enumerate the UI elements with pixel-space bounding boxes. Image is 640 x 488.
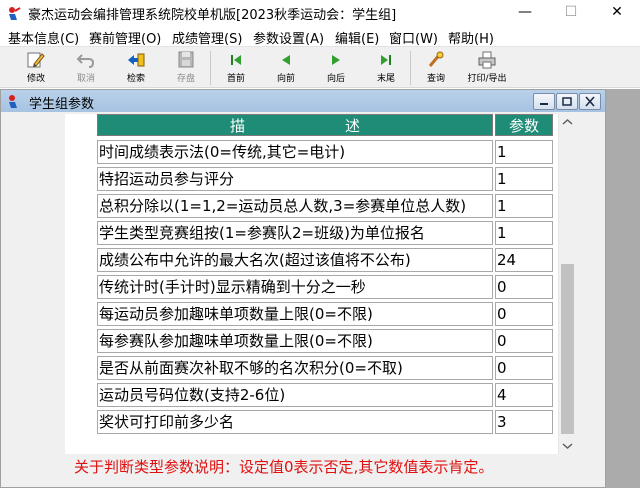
header-param: 参数: [495, 114, 553, 136]
first-record-button[interactable]: 首前: [213, 50, 259, 86]
row-value[interactable]: 0: [495, 329, 553, 353]
row-description: 特招运动员参与评分: [97, 167, 493, 191]
query-button[interactable]: 查询: [413, 50, 459, 86]
toolbar-separator: [410, 51, 411, 85]
last-record-button[interactable]: 末尾: [363, 50, 409, 86]
row-description: 是否从前面赛次补取不够的名次积分(0=不取): [97, 356, 493, 380]
next-record-button[interactable]: 向后: [313, 50, 359, 86]
parameter-note: 关于判断类型参数说明：设定值0表示否定,其它数值表示肯定。: [74, 458, 494, 476]
row-value[interactable]: 4: [495, 383, 553, 407]
floppy-disk-icon: [178, 51, 194, 68]
next-record-icon: [332, 55, 340, 65]
undo-icon: [76, 54, 95, 68]
toolbar-separator: [210, 51, 211, 85]
parameters-grid: 描述 参数 时间成绩表示法(0=传统,其它=电计) 1 特招运动员参与评分 1 …: [65, 114, 575, 454]
child-minimize-button[interactable]: [533, 93, 555, 110]
previous-record-icon: [282, 55, 290, 65]
row-value[interactable]: 1: [495, 194, 553, 218]
child-window-title: 学生组参数: [29, 97, 95, 112]
child-close-button[interactable]: [579, 93, 601, 110]
row-value[interactable]: 0: [495, 356, 553, 380]
minimize-icon: [540, 103, 548, 105]
row-value[interactable]: 3: [495, 410, 553, 434]
menu-basic-info[interactable]: 基本信息(C): [8, 28, 79, 47]
pencil-icon: [27, 52, 45, 68]
app-window: 豪杰运动会编排管理系统院校单机版[2023秋季运动会：学生组] — ☐ ✕ 基本…: [0, 0, 640, 488]
row-value[interactable]: 0: [495, 302, 553, 326]
row-description: 成绩公布中允许的最大名次(超过该值将不公布): [97, 248, 493, 272]
restore-icon: [562, 97, 572, 106]
window-title: 豪杰运动会编排管理系统院校单机版[2023秋季运动会：学生组]: [28, 8, 397, 23]
row-description: 传统计时(手计时)显示精确到十分之一秒: [97, 275, 493, 299]
last-record-icon: [381, 55, 391, 65]
row-value[interactable]: 1: [495, 140, 553, 164]
query-icon: [428, 51, 444, 67]
menu-window[interactable]: 窗口(W): [389, 28, 438, 47]
chevron-down-icon: [562, 443, 573, 450]
row-description: 时间成绩表示法(0=传统,其它=电计): [97, 140, 493, 164]
menu-results[interactable]: 成绩管理(S): [172, 28, 242, 47]
row-value[interactable]: 24: [495, 248, 553, 272]
menu-bar: 基本信息(C) 赛前管理(O) 成绩管理(S) 参数设置(A) 编辑(E) 窗口…: [0, 26, 640, 47]
parameters-child-window: 学生组参数 描述 参数 时间成绩表示法(0=传统,其它=电计) 1 特招运动员参…: [0, 89, 606, 488]
row-value[interactable]: 1: [495, 167, 553, 191]
mdi-background: [606, 89, 640, 488]
close-button[interactable]: ✕: [594, 0, 640, 26]
row-description: 奖状可打印前多少名: [97, 410, 493, 434]
title-bar: 豪杰运动会编排管理系统院校单机版[2023秋季运动会：学生组] — ☐ ✕: [0, 0, 640, 26]
print-export-button[interactable]: 打印/导出: [463, 50, 511, 86]
toolbar: 修改 取消 检索 存盘 首前 向前 向后 末尾 查询 打印/导出: [0, 46, 640, 88]
previous-record-button[interactable]: 向前: [263, 50, 309, 86]
child-app-icon: [9, 95, 17, 108]
header-description: 描述: [97, 114, 493, 136]
maximize-button[interactable]: ☐: [548, 0, 594, 26]
edit-button[interactable]: 修改: [13, 50, 59, 86]
minimize-button[interactable]: —: [502, 0, 548, 26]
first-record-icon: [231, 55, 241, 65]
app-icon: [9, 7, 21, 20]
save-button[interactable]: 存盘: [163, 50, 209, 86]
menu-parameters[interactable]: 参数设置(A): [253, 28, 324, 47]
cancel-button[interactable]: 取消: [63, 50, 109, 86]
row-description: 每运动员参加趣味单项数量上限(0=不限): [97, 302, 493, 326]
search-arrow-icon: [128, 53, 145, 67]
menu-help[interactable]: 帮助(H): [448, 28, 494, 47]
row-description: 每参赛队参加趣味单项数量上限(0=不限): [97, 329, 493, 353]
menu-pre-event[interactable]: 赛前管理(O): [89, 28, 161, 47]
scroll-up-button[interactable]: [559, 114, 576, 131]
printer-icon: [478, 51, 496, 69]
close-icon: [585, 96, 595, 107]
row-description: 运动员号码位数(支持2-6位): [97, 383, 493, 407]
row-description: 总积分除以(1=1,2=运动员总人数,3=参赛单位总人数): [97, 194, 493, 218]
scroll-down-button[interactable]: [559, 437, 576, 454]
child-restore-button[interactable]: [556, 93, 578, 110]
search-button[interactable]: 检索: [113, 50, 159, 86]
row-value[interactable]: 1: [495, 221, 553, 245]
chevron-up-icon: [562, 118, 573, 125]
menu-edit[interactable]: 编辑(E): [335, 28, 379, 47]
row-value[interactable]: 0: [495, 275, 553, 299]
scroll-thumb[interactable]: [561, 264, 574, 434]
vertical-scrollbar[interactable]: [558, 114, 575, 454]
child-title-bar: 学生组参数: [1, 90, 605, 112]
row-description: 学生类型竞赛组按(1=参赛队2=班级)为单位报名: [97, 221, 493, 245]
